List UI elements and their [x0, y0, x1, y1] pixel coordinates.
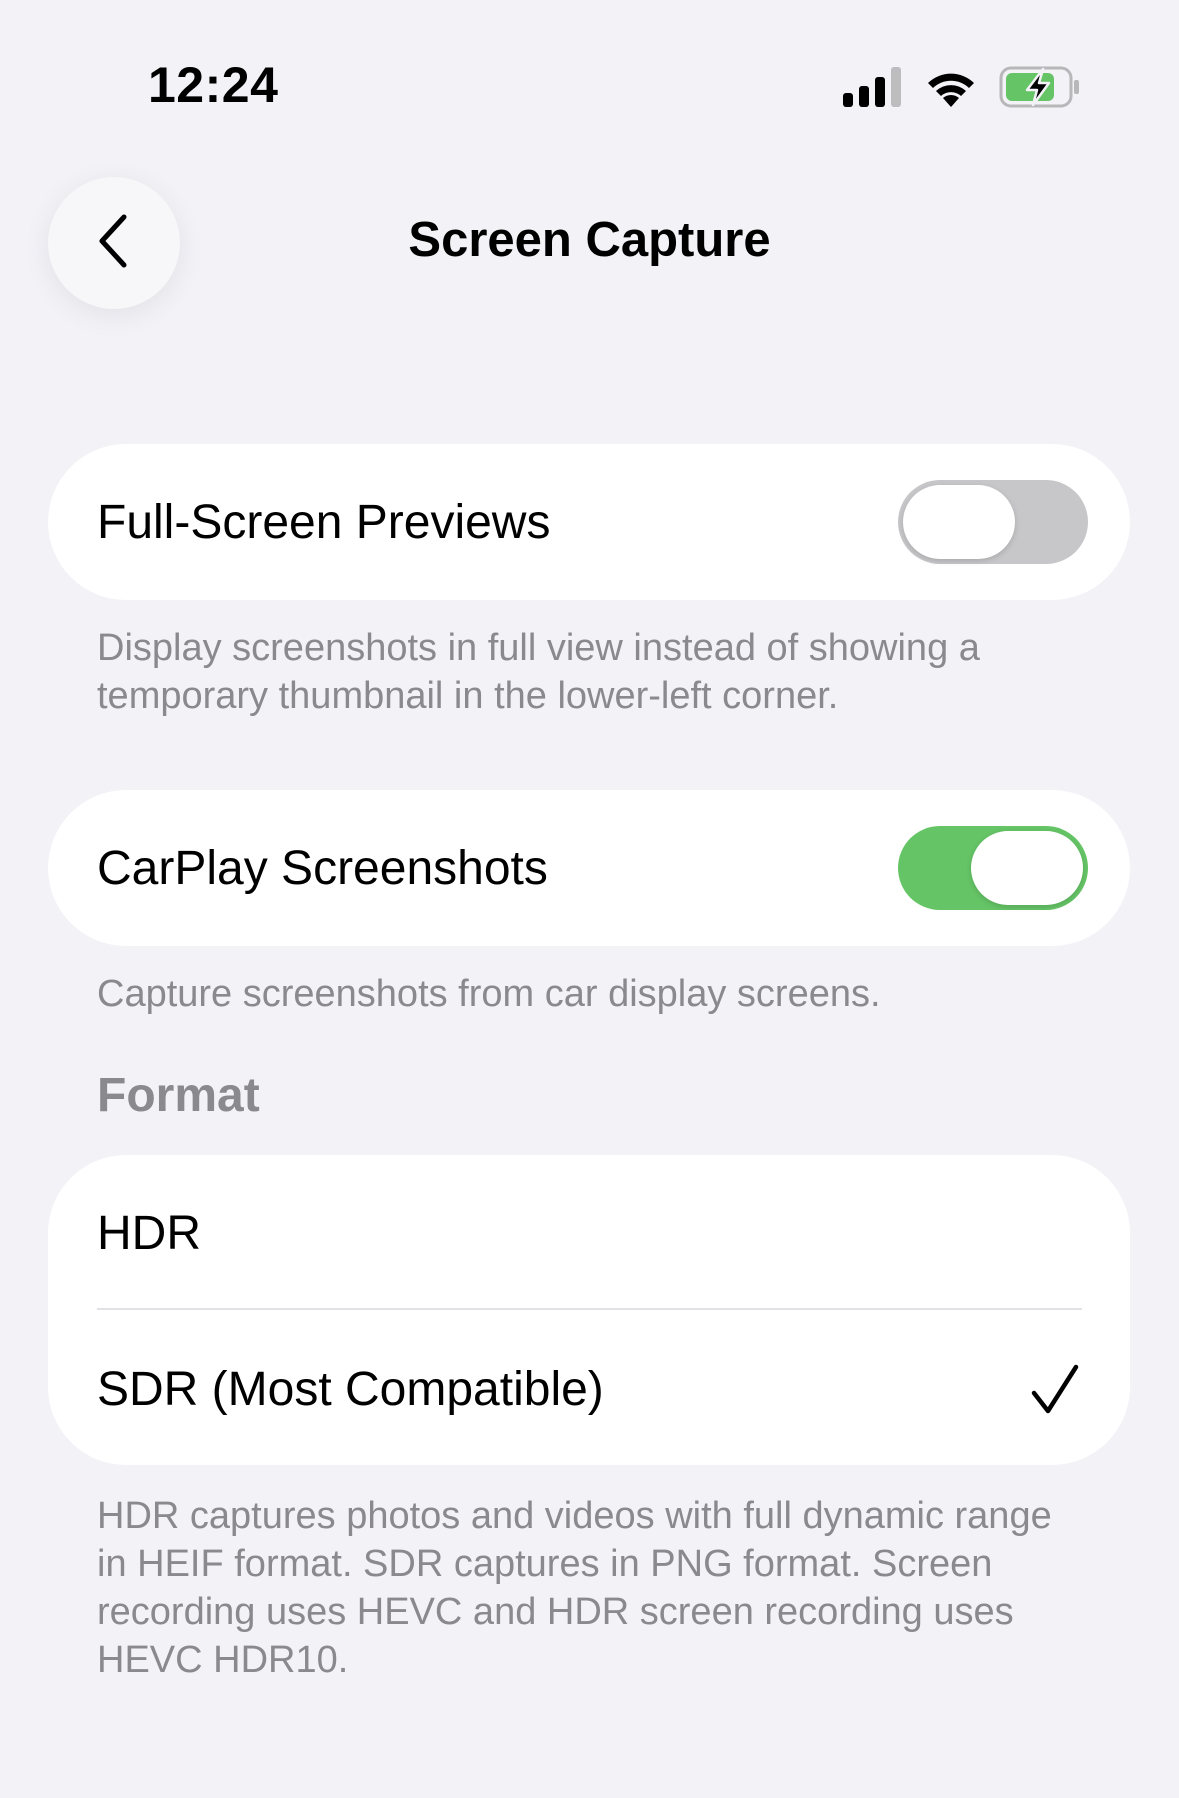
wifi-icon: [925, 67, 977, 112]
status-time: 12:24: [148, 57, 279, 113]
carplay-screenshots-row: CarPlay Screenshots: [48, 790, 1130, 946]
full-screen-previews-toggle[interactable]: [898, 480, 1088, 564]
format-footer: HDR captures photos and videos with full…: [97, 1495, 1052, 1681]
battery-charging-icon: [999, 66, 1081, 113]
full-screen-previews-row: Full-Screen Previews: [48, 444, 1130, 600]
status-icons: [843, 64, 1081, 114]
carplay-screenshots-toggle[interactable]: [898, 826, 1088, 910]
checkmark-icon: [1030, 1363, 1080, 1415]
page-title: Screen Capture: [408, 213, 771, 267]
full-screen-previews-group: Full-Screen Previews: [48, 444, 1130, 600]
format-option-hdr[interactable]: HDR: [48, 1155, 1130, 1311]
toggle-knob: [971, 831, 1083, 905]
format-option-label: HDR: [97, 1206, 201, 1260]
format-group: HDR SDR (Most Compatible): [48, 1155, 1130, 1465]
toggle-knob: [903, 485, 1015, 559]
carplay-screenshots-label: CarPlay Screenshots: [97, 841, 548, 895]
format-option-sdr[interactable]: SDR (Most Compatible): [48, 1311, 1130, 1467]
full-screen-previews-label: Full-Screen Previews: [97, 495, 551, 549]
status-bar: 12:24: [0, 0, 1179, 150]
row-divider: [97, 1308, 1082, 1310]
format-section-header: Format: [97, 1069, 260, 1122]
format-option-label: SDR (Most Compatible): [97, 1362, 604, 1416]
carplay-screenshots-footer: Capture screenshots from car display scr…: [97, 973, 881, 1015]
carplay-screenshots-group: CarPlay Screenshots: [48, 790, 1130, 946]
cellular-signal-icon: [843, 66, 903, 112]
full-screen-previews-footer: Display screenshots in full view instead…: [97, 627, 980, 717]
